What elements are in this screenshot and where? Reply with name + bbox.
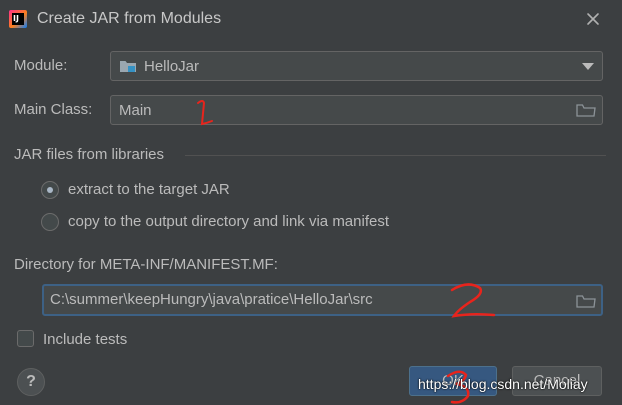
manifest-directory-field[interactable]: C:\summer\keepHungry\java\pratice\HelloJ… bbox=[42, 284, 603, 316]
close-icon[interactable] bbox=[584, 10, 602, 28]
include-tests-checkbox[interactable] bbox=[17, 330, 34, 347]
chevron-down-icon[interactable] bbox=[582, 63, 594, 71]
main-class-label: Main Class: bbox=[14, 101, 93, 118]
watermark-text: https://blog.csdn.net/Moliay bbox=[418, 376, 588, 392]
main-class-value: Main bbox=[119, 102, 152, 119]
radio-copy-link[interactable] bbox=[41, 213, 59, 231]
module-select[interactable]: HelloJar bbox=[110, 51, 603, 81]
dialog-title: Create JAR from Modules bbox=[37, 10, 222, 27]
manifest-directory-label: Directory for META-INF/MANIFEST.MF: bbox=[14, 256, 278, 273]
folder-icon[interactable] bbox=[576, 293, 596, 309]
main-class-field[interactable]: Main bbox=[110, 95, 603, 125]
radio-extract-label[interactable]: extract to the target JAR bbox=[68, 181, 230, 198]
radio-selected-dot bbox=[47, 187, 53, 193]
radio-copy-link-label[interactable]: copy to the output directory and link vi… bbox=[68, 213, 389, 230]
intellij-idea-icon: IJ bbox=[9, 10, 27, 28]
radio-extract[interactable] bbox=[41, 181, 59, 199]
section-separator bbox=[185, 155, 606, 156]
title-bar: IJ Create JAR from Modules bbox=[0, 0, 622, 40]
module-select-value: HelloJar bbox=[144, 58, 200, 75]
manifest-directory-value: C:\summer\keepHungry\java\pratice\HelloJ… bbox=[50, 291, 373, 308]
libraries-heading: JAR files from libraries bbox=[14, 146, 165, 163]
folder-icon[interactable] bbox=[576, 102, 596, 118]
module-folder-icon bbox=[120, 61, 136, 72]
module-label: Module: bbox=[14, 57, 68, 74]
include-tests-label[interactable]: Include tests bbox=[43, 331, 127, 348]
help-icon[interactable]: ? bbox=[17, 368, 45, 396]
